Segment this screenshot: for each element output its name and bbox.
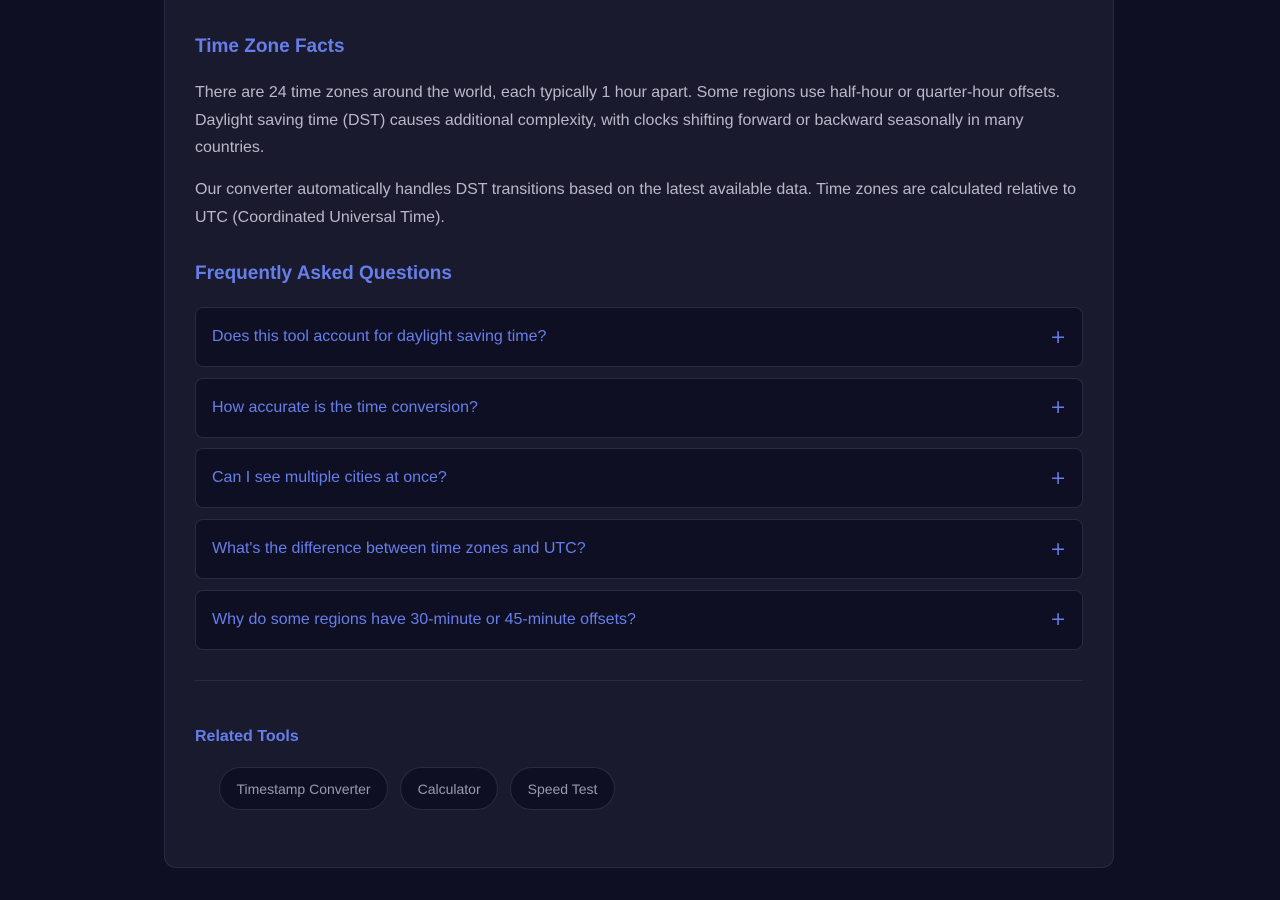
expand-plus-icon[interactable]: + xyxy=(1050,468,1066,488)
expand-plus-icon[interactable]: + xyxy=(1050,398,1066,417)
faq-item-dst[interactable]: Does this tool account for daylight savi… xyxy=(195,307,1083,367)
faq-question: Can I see multiple cities at once? xyxy=(212,469,447,487)
facts-paragraph-2: Our converter automatically handles DST … xyxy=(195,181,1077,226)
faq-item-multiple-cities[interactable]: Can I see multiple cities at once? + xyxy=(195,448,1083,509)
related-tools-list: Timestamp Converter Calculator Speed Tes… xyxy=(219,767,615,810)
faq-item-utc-difference[interactable]: What's the difference between time zones… xyxy=(195,519,1083,580)
faq-question: How accurate is the time conversion? xyxy=(212,398,478,416)
expand-plus-icon[interactable]: + xyxy=(1050,327,1066,347)
section-divider xyxy=(195,680,1083,681)
time-zone-facts-heading: Time Zone Facts xyxy=(195,36,345,57)
facts-paragraph-1: There are 24 time zones around the world… xyxy=(195,84,1061,156)
related-tools-heading: Related Tools xyxy=(195,728,299,745)
tool-link-speed-test[interactable]: Speed Test xyxy=(510,767,615,810)
faq-item-accuracy[interactable]: How accurate is the time conversion? + xyxy=(195,377,1083,438)
faq-item-offsets[interactable]: Why do some regions have 30-minute or 45… xyxy=(195,589,1083,650)
expand-plus-icon[interactable]: + xyxy=(1050,610,1066,629)
faq-heading: Frequently Asked Questions xyxy=(195,263,452,284)
tool-link-calculator[interactable]: Calculator xyxy=(400,767,499,810)
tool-link-timestamp-converter[interactable]: Timestamp Converter xyxy=(219,767,389,810)
faq-list: Does this tool account for daylight savi… xyxy=(195,307,1083,660)
content-card: Time Zone Facts There are 24 time zones … xyxy=(164,0,1114,868)
faq-question: Why do some regions have 30-minute or 45… xyxy=(212,610,636,628)
expand-plus-icon[interactable]: + xyxy=(1050,539,1066,559)
faq-question: Does this tool account for daylight savi… xyxy=(212,328,547,345)
faq-question: What's the difference between time zones… xyxy=(212,540,586,558)
